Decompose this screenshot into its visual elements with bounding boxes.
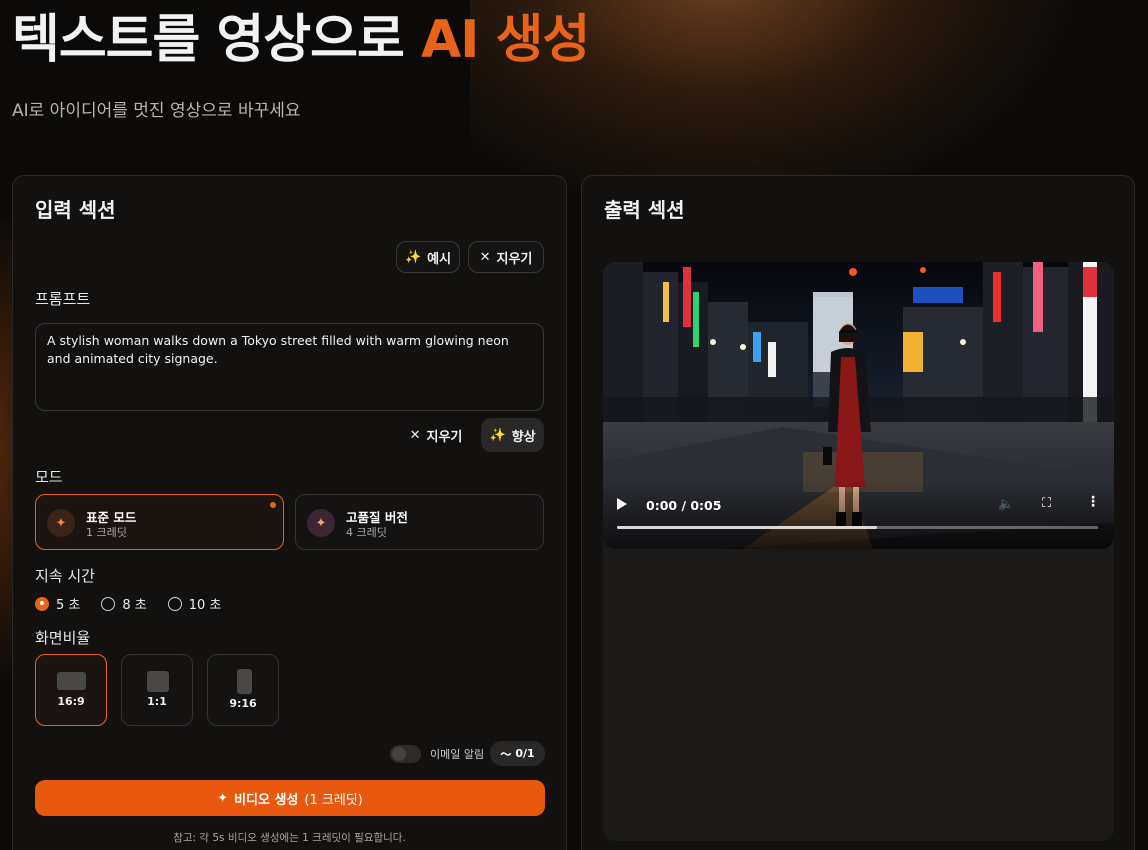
duration-option-5[interactable]: 5 초 [35, 594, 80, 613]
credit-note: 참고: 각 5s 비디오 생성에는 1 크레딧이 필요합니다. [173, 832, 406, 844]
aspect-9-16-card[interactable]: 9:16 [207, 654, 279, 726]
duration-option-8[interactable]: 8 초 [101, 594, 147, 613]
sparkle-icon: ✨ [404, 249, 422, 265]
video-time: 0:00 / 0:05 [646, 498, 722, 513]
fullscreen-icon[interactable]: ⛶ [1042, 496, 1051, 511]
enhance-button-label: 향상 [511, 429, 536, 445]
hero: 텍스트를 영상으로 AI 생성 AI로 아이디어를 멋진 영상으로 바꾸세요 [12, 6, 590, 121]
enhance-button[interactable]: ✨ 향상 [481, 418, 544, 452]
example-button-label: 예시 [427, 251, 452, 267]
more-options-icon[interactable]: ⋮ [1086, 494, 1100, 510]
aspect-label-text: 9:16 [229, 697, 257, 710]
portrait-shape-icon [237, 669, 252, 694]
duration-option-label: 5 초 [56, 598, 81, 613]
usage-counter: 〜 0/1 [490, 741, 545, 766]
video-seek-bar[interactable] [617, 526, 1098, 529]
page: 텍스트를 영상으로 AI 생성 AI로 아이디어를 멋진 영상으로 바꾸세요 입… [0, 0, 1148, 850]
prompt-clear-button[interactable]: ✕ 지우기 [404, 418, 468, 452]
prompt-clear-label: 지우기 [426, 429, 463, 445]
sparkle-icon: ✦ [307, 509, 335, 537]
clear-all-button-label: 지우기 [496, 251, 533, 267]
play-icon[interactable] [617, 498, 627, 510]
output-panel-title: 출력 섹션 [604, 198, 685, 222]
duration-option-label: 8 초 [122, 598, 147, 613]
mode-credits: 1 크레딧 [86, 526, 127, 539]
aspect-16-9-card[interactable]: 16:9 [35, 654, 107, 726]
video-controls-overlay [603, 479, 1114, 549]
title-main: 텍스트를 영상으로 [12, 10, 421, 70]
selected-indicator [270, 502, 276, 508]
landscape-shape-icon [57, 672, 86, 690]
duration-label: 지속 시간 [35, 567, 95, 585]
aspect-label-text: 16:9 [57, 695, 85, 708]
input-panel: 입력 섹션 ✨ 예시 ✕ 지우기 프롬프트 ✕ 지우기 ✨ 향상 모드 ✦ 표준… [12, 175, 567, 850]
output-panel: 출력 섹션 0:00 / 0:05 🔈 ⛶ ⋮ [581, 175, 1135, 850]
aspect-1-1-card[interactable]: 1:1 [121, 654, 193, 726]
radio-icon [167, 596, 182, 611]
usage-counter-value: 0/1 [515, 747, 535, 760]
mode-standard-card[interactable]: ✦ 표준 모드 1 크레딧 [35, 494, 284, 550]
title-accent: AI 생성 [420, 10, 590, 70]
email-notification-label: 이메일 알림 [430, 748, 485, 761]
mode-high-quality-card[interactable]: ✦ 고품질 버전 4 크레딧 [295, 494, 544, 550]
magic-wand-icon: ✦ [47, 509, 75, 537]
example-button[interactable]: ✨ 예시 [396, 241, 460, 273]
prompt-label: 프롬프트 [35, 290, 91, 308]
activity-icon: 〜 [500, 747, 512, 761]
radio-icon [101, 596, 116, 611]
duration-option-label: 10 초 [188, 598, 222, 613]
mode-label: 모드 [35, 468, 63, 486]
duration-option-10[interactable]: 10 초 [167, 594, 222, 613]
generate-label: 비디오 생성 [234, 792, 299, 808]
aspect-label: 화면비율 [35, 629, 91, 647]
email-notification-toggle[interactable] [390, 745, 421, 763]
close-icon: ✕ [479, 249, 491, 265]
input-panel-title: 입력 섹션 [35, 198, 116, 222]
duration-options: 5 초 8 초 10 초 [35, 594, 221, 613]
square-shape-icon [147, 671, 169, 692]
volume-icon[interactable]: 🔈 [998, 497, 1014, 512]
sparkle-icon: ✨ [489, 427, 506, 443]
generate-cost: (1 크레딧) [304, 792, 363, 808]
video-seek-progress [617, 526, 877, 529]
video-player[interactable]: 0:00 / 0:05 🔈 ⛶ ⋮ [603, 262, 1114, 549]
clear-all-button[interactable]: ✕ 지우기 [468, 241, 544, 273]
page-subtitle: AI로 아이디어를 멋진 영상으로 바꾸세요 [12, 101, 301, 121]
generate-video-button[interactable]: ✦ 비디오 생성 (1 크레딧) [35, 780, 545, 816]
mode-credits: 4 크레딧 [346, 526, 387, 539]
close-icon: ✕ [409, 427, 421, 443]
aspect-label-text: 1:1 [147, 695, 167, 708]
page-title: 텍스트를 영상으로 AI 생성 [12, 6, 590, 74]
prompt-input[interactable] [35, 323, 544, 411]
radio-selected-icon [35, 596, 49, 611]
magic-wand-icon: ✦ [217, 790, 229, 806]
